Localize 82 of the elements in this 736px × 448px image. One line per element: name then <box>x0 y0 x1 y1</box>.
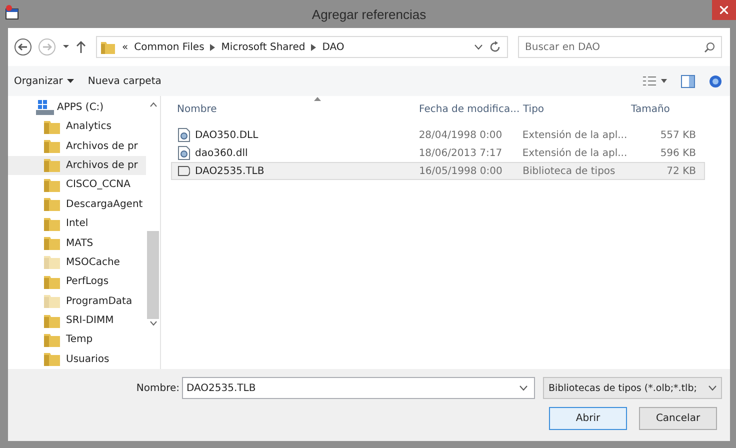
tree-item[interactable]: DescargaAgent <box>8 194 146 214</box>
cancel-button[interactable]: Cancelar <box>639 407 717 430</box>
folder-icon <box>44 352 60 366</box>
open-button[interactable]: Abrir <box>549 407 627 430</box>
app-icon <box>4 4 20 20</box>
table-cell-text: 18/06/2013 7:17 <box>418 148 504 158</box>
view-options-icon[interactable] <box>643 76 667 86</box>
column-header[interactable]: Tipo <box>517 104 625 114</box>
table-cell-text: Extensión de la apl... <box>521 130 624 140</box>
drive-icon <box>36 100 54 116</box>
close-button[interactable] <box>712 0 736 20</box>
folder-icon <box>44 314 60 328</box>
tree-item[interactable]: ProgramData <box>8 292 146 311</box>
folder-icon <box>44 178 60 192</box>
preview-pane-icon[interactable] <box>681 74 695 88</box>
column-header[interactable]: Tamaño <box>625 104 705 114</box>
tree-item[interactable]: MSOCache <box>8 252 146 272</box>
file-name: dao360.dll <box>195 148 248 158</box>
file-row[interactable]: dao360.dll 18/06/2013 7:17 Extensión de la apl... 596 KB <box>171 144 705 162</box>
breadcrumb[interactable]: Common Files <box>134 42 204 52</box>
chevron-down-icon[interactable] <box>519 385 528 391</box>
document-icon <box>178 164 190 178</box>
filename-label: Nombre: <box>135 382 180 394</box>
scroll-up-icon[interactable] <box>150 102 156 107</box>
tree-item[interactable]: Usuarios <box>8 350 146 369</box>
organize-menu[interactable]: Organizar <box>14 76 74 86</box>
gear-file-icon <box>178 146 190 160</box>
file-name: DAO2535.TLB <box>195 166 264 176</box>
tree-item[interactable]: CISCO_CCNA <box>8 175 146 195</box>
address-bar[interactable]: « Common Files Microsoft Shared DAO <box>96 36 508 58</box>
chevron-down-icon <box>708 385 717 391</box>
folder-icon <box>44 236 60 250</box>
search-field[interactable]: Buscar en DAO <box>518 36 722 58</box>
folder-icon <box>44 255 60 270</box>
tree-item[interactable]: APPS (C:) <box>8 98 146 117</box>
caret-down-icon <box>66 79 74 83</box>
tree-item[interactable]: Intel <box>8 214 146 234</box>
chevron-right-icon[interactable] <box>210 44 216 50</box>
chevron-down-icon[interactable] <box>474 44 483 50</box>
filename-field[interactable]: DAO2535.TLB <box>182 377 536 399</box>
up-arrow-icon[interactable] <box>76 41 86 53</box>
tree-item[interactable]: Archivos de pr <box>8 156 146 176</box>
folder-icon <box>44 216 60 231</box>
window-title: Agregar referencias <box>312 6 426 22</box>
table-cell-text: 72 KB <box>666 166 697 176</box>
overflow-chevron[interactable]: « <box>122 42 128 52</box>
column-header[interactable]: Fecha de modifica... <box>413 104 517 114</box>
folder-icon <box>100 39 116 55</box>
column-header[interactable]: Nombre <box>171 104 413 114</box>
help-icon[interactable] <box>709 74 722 88</box>
table-cell-text: Extensión de la apl... <box>521 148 624 158</box>
tree-item[interactable]: Analytics <box>8 117 146 136</box>
refresh-icon[interactable] <box>489 41 501 53</box>
folder-icon <box>44 139 60 154</box>
tree-item[interactable]: PerfLogs <box>8 272 146 292</box>
tree-item[interactable]: Temp <box>8 330 146 350</box>
table-cell-text: Biblioteca de tipos <box>522 166 616 176</box>
tree-item[interactable]: Archivos de pr <box>8 136 146 156</box>
dropdown-icon[interactable] <box>62 44 70 50</box>
gear-file-icon <box>178 128 190 142</box>
table-cell-text: 28/04/1998 0:00 <box>418 130 504 140</box>
breadcrumb[interactable]: DAO <box>322 42 344 52</box>
file-type-dropdown[interactable]: Bibliotecas de tipos (*.olb;*.tlb; <box>543 377 722 399</box>
tree-item[interactable]: MATS <box>8 233 146 253</box>
folder-icon <box>44 294 60 308</box>
chevron-right-icon[interactable] <box>311 44 316 50</box>
folder-icon <box>44 274 60 289</box>
folder-icon <box>44 332 60 347</box>
tree-item[interactable]: SRI-DIMM <box>8 310 146 330</box>
folder-icon <box>44 197 60 212</box>
file-name: DAO350.DLL <box>195 130 258 140</box>
scroll-down-icon[interactable] <box>150 321 156 326</box>
file-row[interactable]: DAO350.DLL 28/04/1998 0:00 Extensión de la apl... 557 KB <box>171 126 705 144</box>
back-icon[interactable] <box>14 38 32 56</box>
table-cell-text: 16/05/1998 0:00 <box>418 166 504 176</box>
folder-icon <box>44 120 60 134</box>
file-row[interactable]: DAO2535.TLB 16/05/1998 0:00 Biblioteca de tipos 72 KB <box>171 162 705 180</box>
close-icon <box>720 6 728 14</box>
folder-icon <box>44 158 60 172</box>
new-folder-button[interactable]: Nueva carpeta <box>88 76 162 86</box>
search-icon <box>704 42 715 52</box>
breadcrumb[interactable]: Microsoft Shared <box>221 42 306 52</box>
